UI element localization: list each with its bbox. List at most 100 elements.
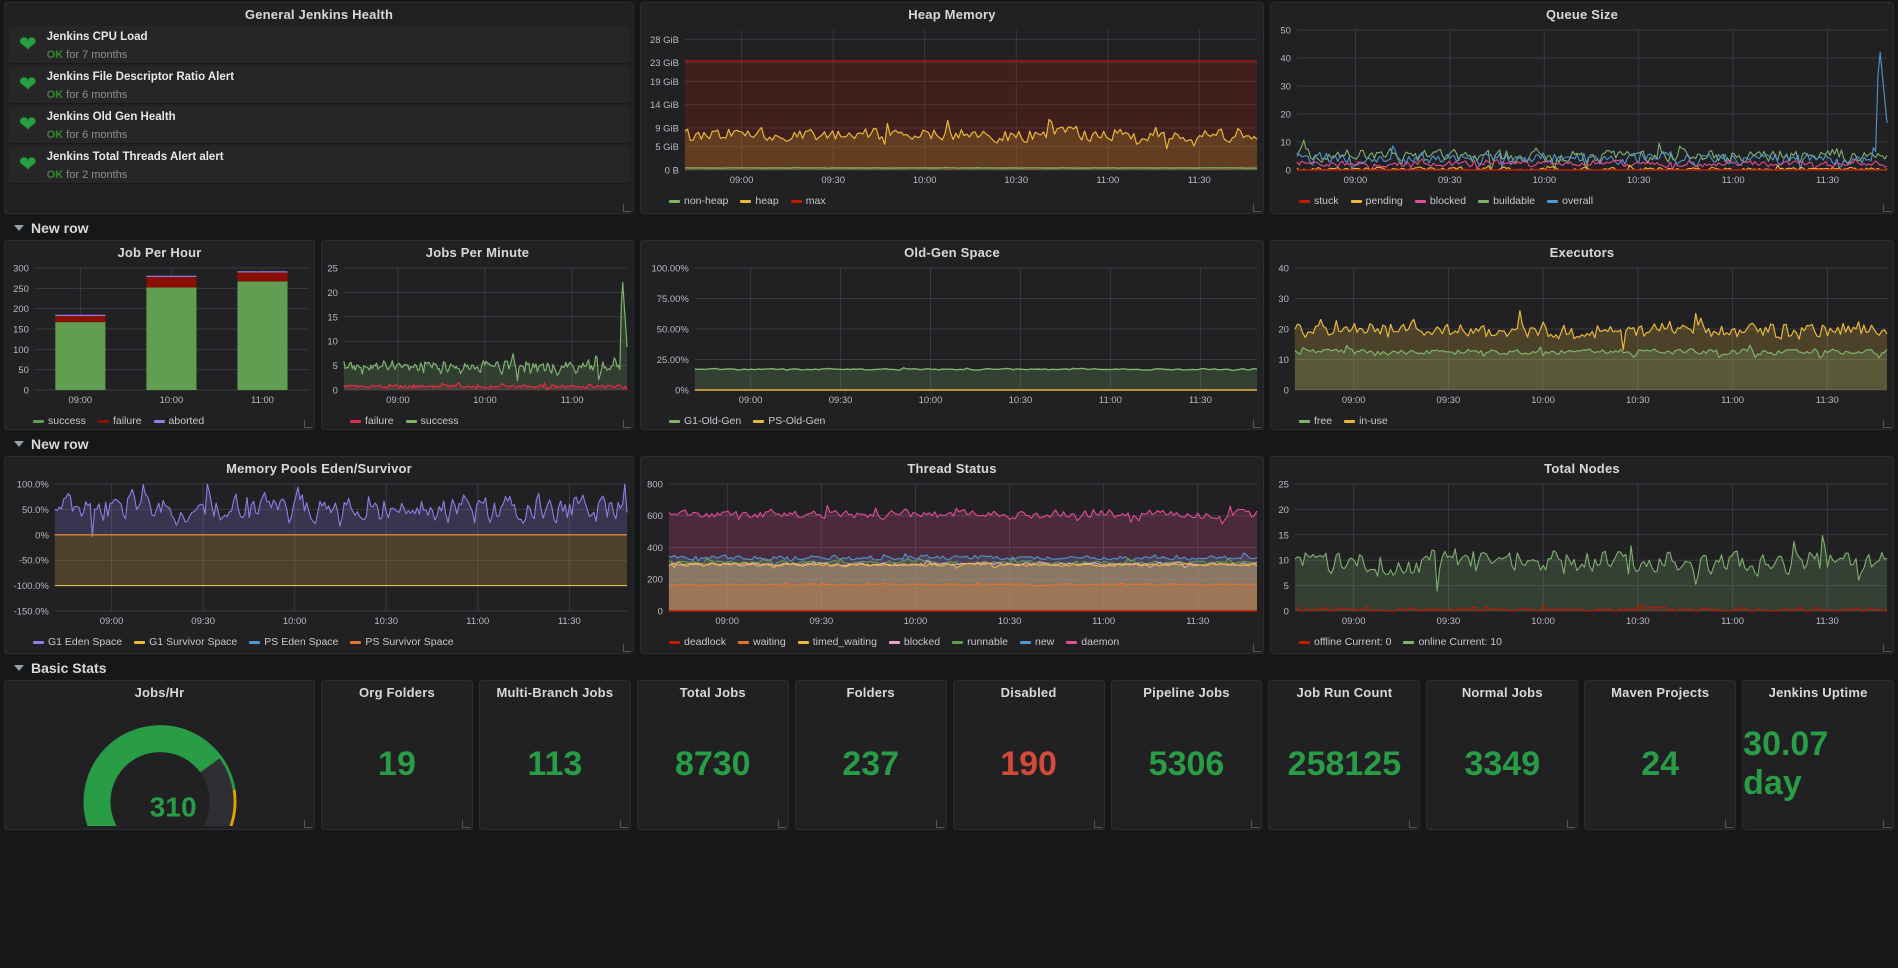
stat-panel-total-jobs[interactable]: Total Jobs8730 [637,680,789,830]
panel-thread-status[interactable]: Thread Status 020040060080009:0009:3010:… [640,456,1264,654]
resize-grip[interactable] [1253,420,1261,428]
resize-grip[interactable] [1883,204,1891,212]
alert-item[interactable]: ❤Jenkins CPU LoadOK for 7 months [9,26,629,64]
chevron-down-icon[interactable] [14,441,24,447]
legend-item[interactable]: blocked [889,636,940,648]
stat-panel-normal-jobs[interactable]: Normal Jobs3349 [1426,680,1578,830]
legend-item[interactable]: online Current: 10 [1403,636,1501,648]
resize-grip[interactable] [1253,204,1261,212]
resize-grip[interactable] [1251,820,1259,828]
legend-item[interactable]: G1 Survivor Space [134,636,237,648]
legend-item[interactable]: daemon [1066,636,1119,648]
panel-heap-memory[interactable]: Heap Memory 0 B5 GiB9 GiB14 GiB19 GiB23 … [640,2,1264,214]
stat-panel-multi-branch-jobs[interactable]: Multi-Branch Jobs113 [479,680,631,830]
heap-memory-graph[interactable]: 0 B5 GiB9 GiB14 GiB19 GiB23 GiB28 GiB09:… [641,24,1263,192]
resize-grip[interactable] [1883,820,1891,828]
resize-grip[interactable] [462,820,470,828]
legend-item[interactable]: offline Current: 0 [1299,636,1391,648]
alert-item[interactable]: ❤Jenkins File Descriptor Ratio AlertOK f… [9,66,629,104]
panel-queue-size[interactable]: Queue Size 0102030405009:0009:3010:0010:… [1270,2,1894,214]
panel-legend[interactable]: non-heap heap max [641,192,1263,207]
chevron-down-icon[interactable] [14,665,24,671]
legend-item[interactable]: success [406,415,459,427]
row-header-new-row-2[interactable]: New row [4,430,1894,456]
resize-grip[interactable] [304,820,312,828]
legend-item[interactable]: heap [740,195,778,207]
legend-item[interactable]: new [1020,636,1054,648]
legend-item[interactable]: deadlock [669,636,726,648]
resize-grip[interactable] [936,820,944,828]
resize-grip[interactable] [1725,820,1733,828]
memory-pools-graph[interactable]: -150.0%-100.0%-50.0%0%50.0%100.0%09:0009… [5,478,633,633]
legend-item[interactable]: free [1299,415,1332,427]
resize-grip[interactable] [1253,644,1261,652]
legend-item[interactable]: runnable [952,636,1008,648]
legend-item[interactable]: pending [1351,195,1403,207]
resize-grip[interactable] [1409,820,1417,828]
total-nodes-graph[interactable]: 051015202509:0009:3010:0010:3011:0011:30 [1271,478,1893,633]
legend-item[interactable]: buildable [1478,195,1535,207]
resize-grip[interactable] [620,820,628,828]
legend-item[interactable]: PS Survivor Space [350,636,453,648]
legend-item[interactable]: PS Eden Space [249,636,338,648]
resize-grip[interactable] [1567,820,1575,828]
stat-panel-pipeline-jobs[interactable]: Pipeline Jobs5306 [1111,680,1263,830]
legend-item[interactable]: failure [98,415,142,427]
legend-item[interactable]: success [33,415,86,427]
legend-item[interactable]: blocked [1415,195,1466,207]
legend-item[interactable]: PS-Old-Gen [753,415,825,427]
legend-item[interactable]: max [791,195,826,207]
resize-grip[interactable] [778,820,786,828]
row-header-new-row-1[interactable]: New row [4,214,1894,240]
stat-panel-job-run-count[interactable]: Job Run Count258125 [1268,680,1420,830]
job-per-hour-graph[interactable]: 05010015020025030009:0010:0011:00 [5,262,314,412]
stat-panel-jobs-hr[interactable]: Jobs/Hr310 [4,680,315,830]
legend-item[interactable]: stuck [1299,195,1339,207]
legend-item[interactable]: non-heap [669,195,728,207]
panel-legend[interactable]: deadlock waiting timed_waiting blocked runna… [641,633,1263,648]
resize-grip[interactable] [1883,644,1891,652]
panel-legend[interactable]: offline Current: 0 online Current: 10 [1271,633,1893,648]
chevron-down-icon[interactable] [14,225,24,231]
legend-item[interactable]: aborted [154,415,205,427]
resize-grip[interactable] [623,644,631,652]
resize-grip[interactable] [1883,420,1891,428]
resize-grip[interactable] [623,204,631,212]
legend-item[interactable]: failure [350,415,394,427]
resize-grip[interactable] [304,420,312,428]
panel-old-gen-space[interactable]: Old-Gen Space 0%25.00%50.00%75.00%100.00… [640,240,1264,430]
alert-item[interactable]: ❤Jenkins Total Threads Alert alertOK for… [9,146,629,184]
stat-panel-org-folders[interactable]: Org Folders19 [321,680,473,830]
thread-status-graph[interactable]: 020040060080009:0009:3010:0010:3011:0011… [641,478,1263,633]
legend-item[interactable]: overall [1547,195,1593,207]
stat-panel-maven-projects[interactable]: Maven Projects24 [1584,680,1736,830]
panel-jobs-per-minute[interactable]: Jobs Per Minute 051015202509:0010:0011:0… [321,240,634,430]
panel-general-jenkins-health[interactable]: General Jenkins Health ❤Jenkins CPU Load… [4,2,634,214]
alert-item[interactable]: ❤Jenkins Old Gen HealthOK for 6 months [9,106,629,144]
legend-item[interactable]: timed_waiting [798,636,877,648]
row-header-basic-stats[interactable]: Basic Stats [4,654,1894,680]
resize-grip[interactable] [1094,820,1102,828]
panel-executors[interactable]: Executors 01020304009:0009:3010:0010:301… [1270,240,1894,430]
executors-graph[interactable]: 01020304009:0009:3010:0010:3011:0011:30 [1271,262,1893,412]
legend-item[interactable]: G1-Old-Gen [669,415,741,427]
jobs-per-minute-graph[interactable]: 051015202509:0010:0011:00 [322,262,633,412]
old-gen-space-graph[interactable]: 0%25.00%50.00%75.00%100.00%09:0009:3010:… [641,262,1263,412]
legend-item[interactable]: waiting [738,636,786,648]
stat-panel-folders[interactable]: Folders237 [795,680,947,830]
stat-panel-disabled[interactable]: Disabled190 [953,680,1105,830]
panel-memory-pools-eden-survivor[interactable]: Memory Pools Eden/Survivor -150.0%-100.0… [4,456,634,654]
legend-item[interactable]: in-use [1344,415,1388,427]
queue-size-graph[interactable]: 0102030405009:0009:3010:0010:3011:0011:3… [1271,24,1893,192]
panel-legend[interactable]: free in-use [1271,412,1893,427]
panel-legend[interactable]: G1-Old-Gen PS-Old-Gen [641,412,1263,427]
panel-total-nodes[interactable]: Total Nodes 051015202509:0009:3010:0010:… [1270,456,1894,654]
resize-grip[interactable] [623,420,631,428]
panel-legend[interactable]: success failure aborted [5,412,314,427]
panel-legend[interactable]: G1 Eden Space G1 Survivor Space PS Eden Sp… [5,633,633,648]
panel-legend[interactable]: failure success [322,412,633,427]
legend-item[interactable]: G1 Eden Space [33,636,122,648]
panel-legend[interactable]: stuck pending blocked buildable overall [1271,192,1893,207]
stat-panel-jenkins-uptime[interactable]: Jenkins Uptime30.07 day [1742,680,1894,830]
panel-job-per-hour[interactable]: Job Per Hour 05010015020025030009:0010:0… [4,240,315,430]
